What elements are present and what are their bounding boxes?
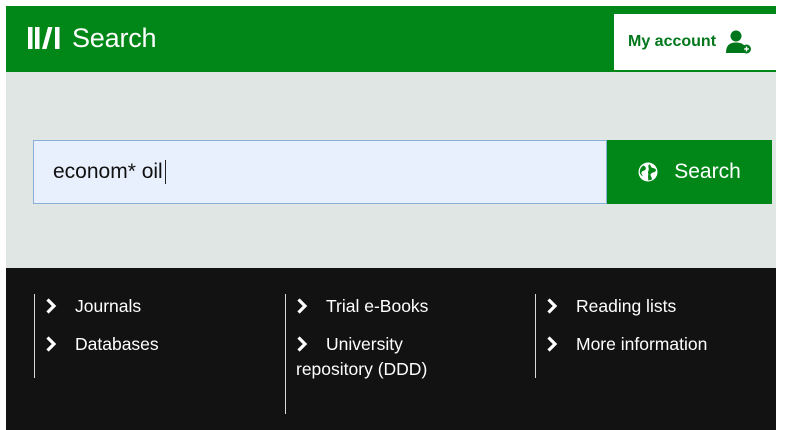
site-header: Search My account (6, 6, 776, 72)
link-university-repository[interactable]: University repository (DDD) (296, 332, 535, 381)
search-button-label: Search (674, 160, 741, 183)
links-column-3: Reading lists More information (535, 294, 775, 378)
search-input[interactable] (33, 140, 607, 204)
link-more-information-label: More information (576, 334, 708, 354)
my-account-button[interactable]: My account (614, 14, 776, 70)
chevron-right-icon (296, 294, 310, 318)
links-column-1: Journals Databases (34, 294, 284, 378)
page-frame: Search My account econom* oil Search Jou… (0, 0, 788, 430)
page: Search My account econom* oil Search Jou… (6, 6, 776, 430)
chevron-right-icon (546, 332, 560, 356)
my-account-label: My account (628, 33, 717, 50)
link-databases[interactable]: Databases (45, 332, 284, 356)
link-reading-lists[interactable]: Reading lists (546, 294, 775, 318)
link-university-repository-line1: University (296, 332, 535, 356)
link-more-information[interactable]: More information (546, 332, 775, 356)
links-column-2: Trial e-Books University repository (DDD… (285, 294, 535, 414)
globe-icon (638, 162, 658, 182)
chevron-right-icon (45, 332, 59, 356)
chevron-right-icon (296, 332, 310, 356)
search-button[interactable]: Search (607, 140, 772, 204)
user-account-icon (726, 30, 752, 54)
link-databases-label: Databases (75, 334, 159, 354)
link-repository-ddd-label: repository (DDD) (296, 359, 428, 379)
link-reading-lists-label: Reading lists (576, 296, 677, 316)
site-logo-link[interactable]: Search (28, 22, 157, 53)
link-university-label: University (326, 334, 403, 354)
search-section: econom* oil Search (6, 72, 776, 268)
chevron-right-icon (546, 294, 560, 318)
link-trial-ebooks[interactable]: Trial e-Books (296, 294, 535, 318)
quick-links: Journals Databases Trial e-Books Univers… (6, 268, 776, 430)
link-journals-label: Journals (75, 296, 142, 316)
chevron-right-icon (45, 294, 59, 318)
link-journals[interactable]: Journals (45, 294, 284, 318)
university-logo-icon (28, 27, 64, 49)
link-trial-ebooks-label: Trial e-Books (326, 296, 429, 316)
logo-search-label: Search (72, 22, 157, 53)
